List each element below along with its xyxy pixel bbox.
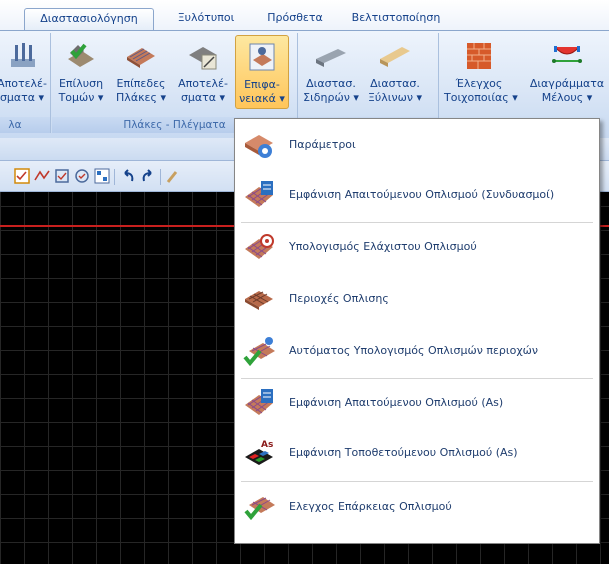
- steel-dimensioning-label: Διαστασ. Σιδηρών ▾: [303, 77, 359, 104]
- placed-as-icon: As: [245, 440, 273, 465]
- tab-dimensioning[interactable]: Διαστασιολόγηση: [24, 8, 154, 31]
- surface-dropdown-menu: Παράμετροι Εμφάνιση Απαιτούμενου Οπλισμο…: [234, 118, 600, 544]
- member-diagram-icon: [552, 46, 582, 63]
- required-reinforcement-combos-icon: [245, 181, 273, 207]
- mesh-results-button[interactable]: Αποτελέ-σματα ▾: [174, 35, 232, 107]
- polyline-icon[interactable]: [34, 168, 50, 184]
- mesh-results-icon: [189, 47, 217, 70]
- reinforcement-areas-icon: [245, 291, 273, 310]
- table-icon[interactable]: [94, 168, 110, 184]
- menu-separator: [241, 481, 593, 482]
- flat-plates-button[interactable]: Επίπεδες Πλάκες ▾: [112, 35, 170, 107]
- ribbon-tab-strip: Διαστασιολόγηση Ξυλότυποι Πρόσθετα Βελτι…: [0, 0, 609, 31]
- undo-icon[interactable]: [120, 168, 136, 184]
- select-checkbox-icon[interactable]: [14, 168, 30, 184]
- timber-dimensioning-button[interactable]: Διαστασ. Ξύλινων ▾: [364, 35, 426, 107]
- columns-grid-icon: [11, 43, 35, 67]
- auto-calc-icon: [243, 337, 275, 367]
- section-solve-label: Επίλυση Τομών ▾: [58, 77, 104, 104]
- tab-formwork[interactable]: Ξυλότυποι: [172, 8, 240, 30]
- surface-reinforcement-icon: [249, 43, 275, 71]
- menu-item-auto-calc[interactable]: Αυτόματος Υπολογισμός Οπλισμών περιοχών: [237, 331, 597, 371]
- menu-item-label: Εμφάνιση Τοποθετούμενου Οπλισμού (As): [289, 446, 518, 459]
- section-solve-button[interactable]: Επίλυση Τομών ▾: [54, 35, 108, 107]
- steel-dimensioning-button[interactable]: Διαστασ. Σιδηρών ▾: [300, 35, 362, 107]
- member-diagrams-label: Διαγράμματα Μέλους ▾: [529, 77, 605, 104]
- results-button-label: Αποτελέ-σματα ▾: [0, 77, 47, 104]
- menu-item-reinforcement-areas[interactable]: Περιοχές Οπλισης: [237, 279, 597, 319]
- tab-extras[interactable]: Πρόσθετα: [262, 8, 328, 30]
- section-solve-icon: [68, 43, 94, 67]
- steel-beam-icon: [316, 49, 346, 67]
- menu-item-show-required-as[interactable]: Εμφάνιση Απαιτούμενου Οπλισμού (As): [237, 383, 597, 423]
- circle-select-icon[interactable]: [74, 168, 90, 184]
- masonry-check-label: Έλεγχος Τοιχοποιίας ▾: [444, 77, 518, 104]
- mesh-results-label: Αποτελέ-σματα ▾: [178, 77, 228, 104]
- menu-item-min-reinforcement[interactable]: Υπολογισμός Ελάχιστου Οπλισμού: [237, 227, 597, 267]
- menu-item-label: Περιοχές Οπλισης: [289, 292, 389, 305]
- min-reinforcement-icon: [245, 234, 274, 259]
- brick-wall-icon: [467, 43, 491, 69]
- tab-optimization[interactable]: Βελτιστοποίηση: [346, 8, 446, 30]
- svg-text:As: As: [261, 440, 273, 450]
- timber-dimensioning-label: Διαστασ. Ξύλινων ▾: [367, 77, 423, 104]
- rectangle-select-icon[interactable]: [54, 168, 70, 184]
- timber-beam-icon: [380, 47, 410, 67]
- results-button[interactable]: Αποτελέ-σματα ▾: [0, 35, 48, 107]
- menu-item-label: Αυτόματος Υπολογισμός Οπλισμών περιοχών: [289, 344, 539, 357]
- menu-item-label: Εμφάνιση Απαιτούμενου Οπλισμού (As): [289, 396, 504, 409]
- parameters-icon: [245, 135, 273, 158]
- masonry-check-button[interactable]: Έλεγχος Τοιχοποιίας ▾: [444, 35, 518, 107]
- menu-item-label: Παράμετροι: [289, 138, 356, 151]
- surface-label: Επιφα-νειακά ▾: [239, 78, 285, 105]
- menu-item-label: Εμφάνιση Απαιτούμενου Οπλισμού (Συνδυασμ…: [289, 188, 555, 201]
- menu-separator: [241, 378, 593, 379]
- brush-icon[interactable]: [166, 168, 182, 184]
- toolbar-separator: [114, 169, 115, 185]
- ribbon-group-results: Αποτελέ-σματα ▾ λα: [0, 33, 51, 133]
- member-diagrams-button[interactable]: Διαγράμματα Μέλους ▾: [526, 35, 608, 107]
- toolbar-separator: [160, 169, 161, 185]
- menu-item-parameters[interactable]: Παράμετροι: [237, 125, 597, 165]
- menu-item-show-required-combos[interactable]: Εμφάνιση Απαιτούμενου Οπλισμού (Συνδυασμ…: [237, 175, 597, 215]
- group-label-left: λα: [0, 117, 50, 133]
- adequacy-check-icon: [244, 497, 275, 521]
- flat-plates-label: Επίπεδες Πλάκες ▾: [116, 77, 166, 104]
- menu-separator: [241, 222, 593, 223]
- required-as-icon: [245, 389, 273, 415]
- menu-item-label: Ελεγχος Επάρκειας Οπλισμού: [289, 500, 452, 513]
- flat-plate-icon: [127, 48, 155, 68]
- surface-button[interactable]: Επιφα-νειακά ▾: [235, 35, 289, 109]
- redo-icon[interactable]: [140, 168, 156, 184]
- menu-item-adequacy-check[interactable]: Ελεγχος Επάρκειας Οπλισμού: [237, 487, 597, 527]
- menu-item-show-placed-as[interactable]: As Εμφάνιση Τοποθετούμενου Οπλισμού (As): [237, 433, 597, 473]
- menu-item-label: Υπολογισμός Ελάχιστου Οπλισμού: [289, 240, 477, 253]
